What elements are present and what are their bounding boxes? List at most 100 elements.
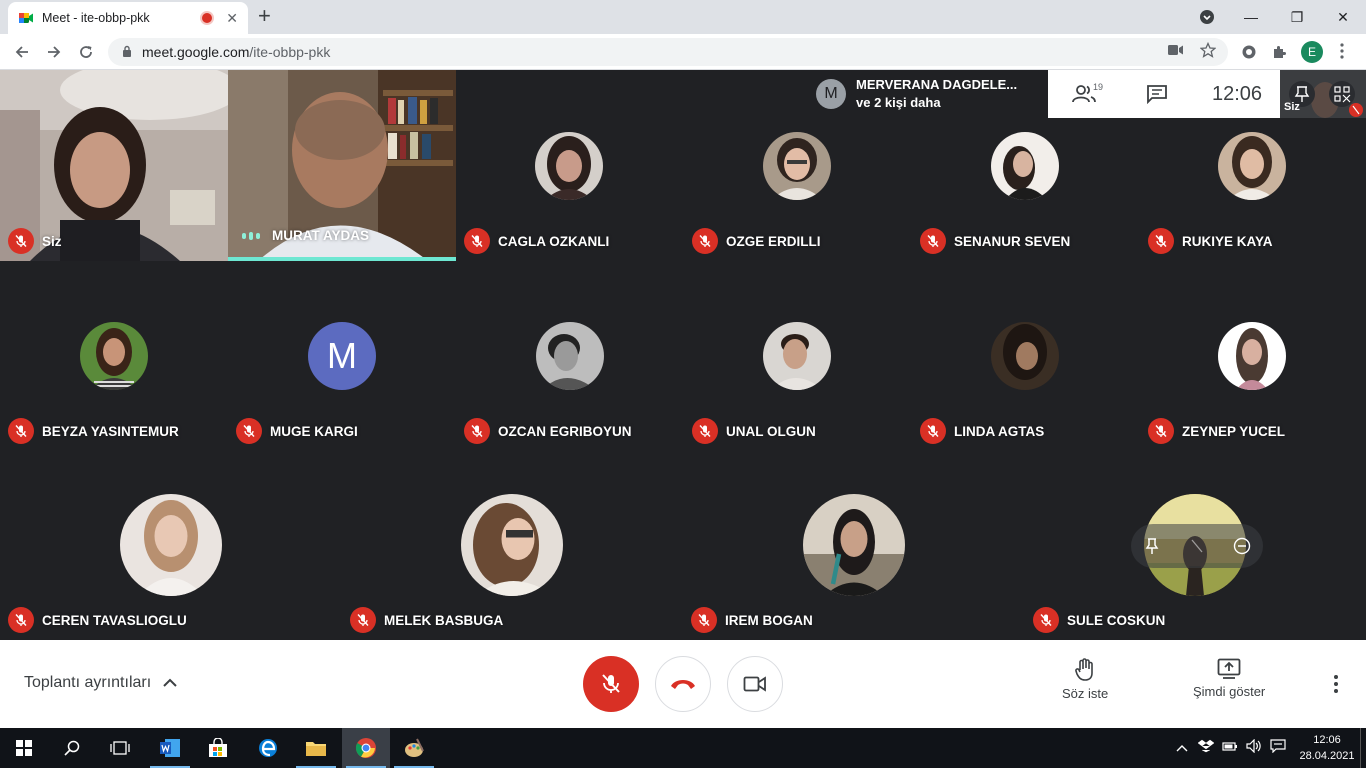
presenter-notice[interactable]: M MERVERANA DAGDELE... ve 2 kişi daha <box>808 70 1048 118</box>
participant-tile-melek-basbuga[interactable]: MELEK BASBUGA <box>342 451 683 640</box>
participant-label: SULE COSKUN <box>1033 607 1165 633</box>
microsoft-store-icon[interactable] <box>194 728 242 768</box>
meeting-info-bar: 19 12:06 <box>1048 70 1280 118</box>
minimize-button[interactable]: — <box>1228 0 1274 34</box>
browser-tab-meet[interactable]: Meet - ite-obbp-pkk ✕ <box>8 2 248 34</box>
camera-in-use-icon[interactable] <box>1168 43 1184 60</box>
recording-indicator-icon <box>200 11 215 25</box>
participant-tile-murat-aydas[interactable]: MURAT AYDAS <box>228 70 456 261</box>
participant-avatar <box>763 132 831 200</box>
participant-tile-ceren-tavaslioglu[interactable]: CEREN TAVASLIOGLU <box>0 451 342 640</box>
back-arrow-icon[interactable] <box>10 41 34 63</box>
raise-hand-button[interactable]: Söz iste <box>1062 658 1108 701</box>
microphone-toggle-button[interactable] <box>583 656 639 712</box>
participant-avatar <box>461 494 563 596</box>
participant-label: MURAT AYDAS <box>236 228 369 243</box>
participant-name: CAGLA OZKANLI <box>498 233 610 249</box>
participant-label: CEREN TAVASLIOGLU <box>8 607 187 633</box>
participant-tile-cagla-ozkanli[interactable]: CAGLA OZKANLI <box>456 70 684 261</box>
participant-label: BEYZA YASINTEMUR <box>8 418 179 444</box>
new-tab-button[interactable]: + <box>258 5 271 27</box>
participant-name: MELEK BASBUGA <box>384 612 504 628</box>
mute-participant-icon[interactable] <box>1186 535 1208 557</box>
mic-off-icon <box>602 674 620 693</box>
search-icon[interactable] <box>48 728 96 768</box>
close-window-button[interactable]: ✕ <box>1320 0 1366 34</box>
mic-off-icon <box>464 418 490 444</box>
system-clock[interactable]: 12:06 28.04.2021 <box>1295 732 1359 764</box>
chat-icon[interactable] <box>1146 84 1168 109</box>
lock-icon <box>122 45 132 60</box>
participant-name: SULE COSKUN <box>1067 612 1166 628</box>
meeting-grid: Siz MURAT AYDAS CAGLA OZKANLI OZGE ERDIL… <box>0 70 1366 640</box>
participant-label: Siz <box>8 228 62 254</box>
address-bar[interactable]: meet.google.com/ite-obbp-pkk <box>108 38 1228 66</box>
browser-toolbar: meet.google.com/ite-obbp-pkk E <box>0 34 1366 70</box>
profile-avatar[interactable]: E <box>1301 41 1323 63</box>
remove-participant-icon[interactable] <box>1231 535 1253 557</box>
participant-name: BEYZA YASINTEMUR <box>42 423 179 439</box>
participant-avatar <box>120 494 222 596</box>
forward-arrow-icon[interactable] <box>42 41 66 63</box>
participant-label: SENANUR SEVEN <box>920 228 1070 254</box>
paint-app-icon[interactable] <box>390 728 438 768</box>
present-now-button[interactable]: Şimdi göster <box>1193 658 1265 699</box>
mic-off-icon <box>692 228 718 254</box>
reload-icon[interactable] <box>74 41 98 63</box>
leave-call-button[interactable] <box>655 656 711 712</box>
show-desktop-button[interactable] <box>1360 728 1366 768</box>
chrome-browser-icon[interactable] <box>342 728 390 768</box>
ime-keyboard-icon[interactable] <box>1270 738 1286 758</box>
camera-toggle-button[interactable] <box>727 656 783 712</box>
windows-start-icon[interactable] <box>0 728 48 768</box>
tab-close-icon[interactable]: ✕ <box>226 10 238 27</box>
meeting-details-toggle[interactable]: Toplantı ayrıntıları <box>24 674 177 692</box>
participant-tile-beyza-yasintemur[interactable]: BEYZA YASINTEMUR <box>0 261 228 451</box>
mic-off-icon <box>1148 228 1174 254</box>
participant-tile-ozcan-egriboyun[interactable]: OZCAN EGRIBOYUN <box>456 261 684 451</box>
self-preview-mini[interactable]: Siz <box>1280 70 1366 118</box>
participant-label: CAGLA OZKANLI <box>464 228 609 254</box>
more-options-icon[interactable] <box>1326 670 1346 698</box>
volume-icon[interactable] <box>1246 738 1262 758</box>
bookmark-star-icon[interactable] <box>1199 41 1217 62</box>
extension-circle-icon[interactable] <box>1241 44 1257 60</box>
participant-tile-linda-agtas[interactable]: LINDA AGTAS <box>912 261 1140 451</box>
battery-power-icon[interactable] <box>1222 739 1238 758</box>
participant-tile-unal-olgun[interactable]: UNAL OLGUN <box>684 261 912 451</box>
participant-avatar <box>80 322 148 390</box>
pin-icon[interactable] <box>1141 535 1163 557</box>
presenter-name: MERVERANA DAGDELE... <box>856 77 1018 92</box>
participant-avatar <box>1218 322 1286 390</box>
show-hidden-icons-chevron-icon[interactable] <box>1176 739 1188 757</box>
participant-tile-self[interactable]: Siz <box>0 70 228 261</box>
mic-off-icon <box>1033 607 1059 633</box>
participant-name: SENANUR SEVEN <box>954 233 1071 249</box>
url-domain: meet.google.com <box>142 44 250 60</box>
extensions-puzzle-icon[interactable] <box>1271 44 1287 60</box>
browser-menu-icon[interactable] <box>1340 43 1344 59</box>
participant-label: MELEK BASBUGA <box>350 607 503 633</box>
participant-name: Siz <box>42 233 62 249</box>
speaking-indicator-icon <box>242 231 260 240</box>
meeting-clock: 12:06 <box>1212 83 1263 105</box>
participant-label: RUKIYE KAYA <box>1148 228 1273 254</box>
participant-tile-zeynep-yucel[interactable]: ZEYNEP YUCEL <box>1140 261 1366 451</box>
task-view-icon[interactable] <box>96 728 144 768</box>
url-path: /ite-obbp-pkk <box>249 44 331 60</box>
participant-name: ZEYNEP YUCEL <box>1182 423 1286 439</box>
participant-tile-muge-kargi[interactable]: M MUGE KARGI <box>228 261 456 451</box>
raise-hand-icon <box>1075 658 1093 681</box>
system-time: 12:06 <box>1313 734 1341 746</box>
word-app-icon[interactable] <box>146 728 194 768</box>
participant-tile-irem-bogan[interactable]: IREM BOGAN <box>683 451 1025 640</box>
dropbox-icon[interactable] <box>1197 739 1215 758</box>
people-count: 19 <box>1093 82 1104 92</box>
maximize-button[interactable]: ❐ <box>1274 0 1320 34</box>
edge-browser-icon[interactable] <box>244 728 292 768</box>
file-explorer-icon[interactable] <box>292 728 340 768</box>
google-meet-icon <box>19 13 33 23</box>
participant-name: IREM BOGAN <box>725 612 813 628</box>
participant-name: UNAL OLGUN <box>726 423 816 439</box>
tab-search-icon[interactable] <box>1184 0 1230 34</box>
